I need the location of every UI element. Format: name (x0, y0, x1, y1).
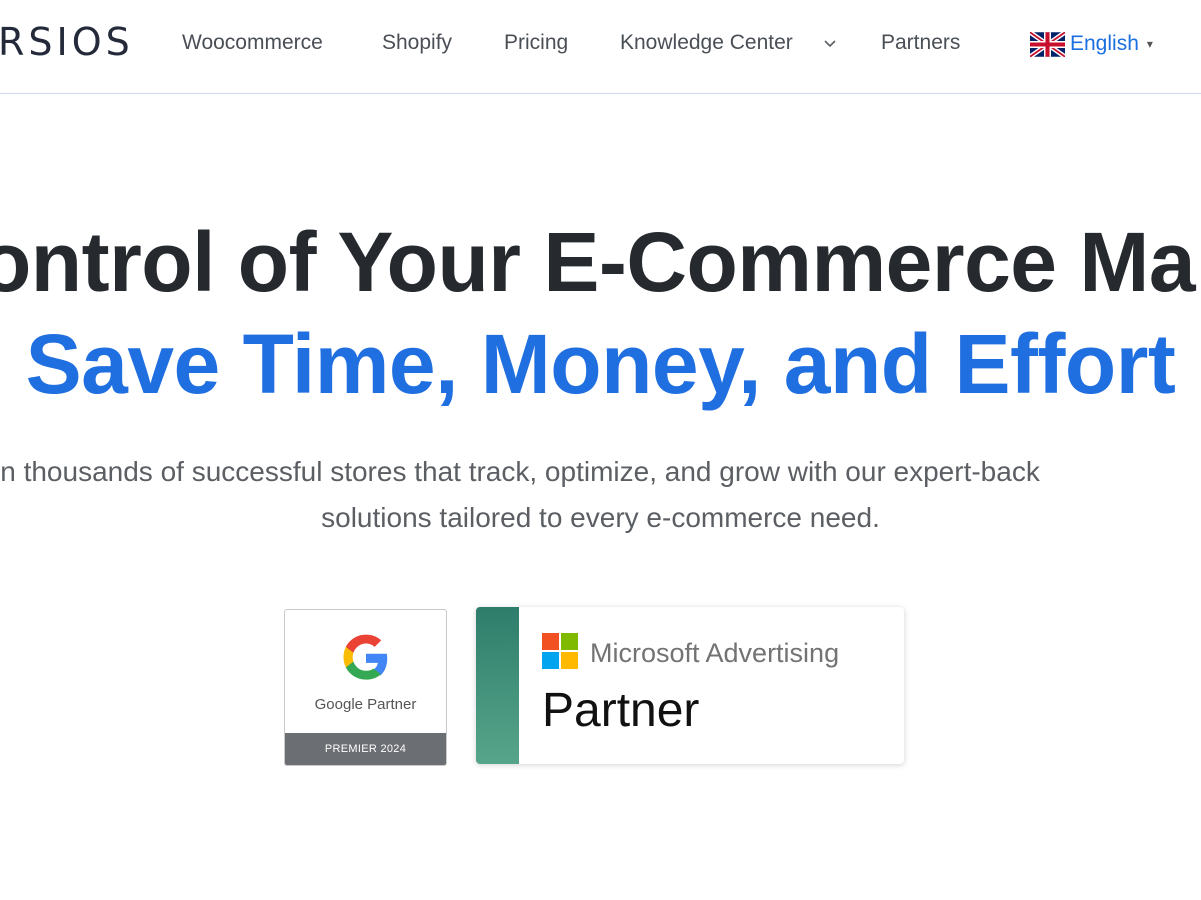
brand-logo[interactable]: RSIOS (0, 20, 134, 64)
microsoft-advertising-label: Microsoft Advertising (590, 638, 840, 668)
hero-subtext-line1: in thousands of successful stores that t… (0, 456, 1040, 487)
microsoft-partner-label: Partner (542, 684, 700, 737)
google-partner-footer: PREMIER 2024 (285, 733, 446, 765)
language-label[interactable]: English (1070, 31, 1139, 57)
nav-woocommerce[interactable]: Woocommerce (182, 30, 323, 56)
hero-subtext-line2: solutions tailored to every e-commerce n… (321, 502, 880, 533)
microsoft-advertising-badge[interactable]: Microsoft Advertising Partner (476, 607, 904, 764)
nav-pricing[interactable]: Pricing (504, 30, 568, 56)
caret-down-icon[interactable]: ▾ (1147, 37, 1153, 51)
google-partner-label: Google Partner (314, 696, 417, 713)
microsoft-logo-icon (542, 633, 578, 669)
site-header: RSIOS Woocommerce Shopify Pricing Knowle… (0, 0, 1201, 94)
uk-flag-icon (1030, 31, 1065, 57)
nav-partners[interactable]: Partners (881, 30, 960, 56)
nav-shopify[interactable]: Shopify (382, 30, 452, 56)
google-partner-badge[interactable]: Google Partner PREMIER 2024 (284, 609, 447, 766)
language-selector[interactable]: English ▾ (1030, 31, 1153, 57)
chevron-down-icon[interactable] (823, 39, 837, 49)
nav-knowledge-center[interactable]: Knowledge Center (620, 30, 793, 56)
hero-headline-line1: ontrol of Your E-Commerce Ma (0, 215, 1196, 309)
badge-stripe (476, 607, 519, 764)
hero-headline-line2: Save Time, Money, and Effort (25, 317, 1176, 411)
google-g-icon (343, 634, 388, 680)
